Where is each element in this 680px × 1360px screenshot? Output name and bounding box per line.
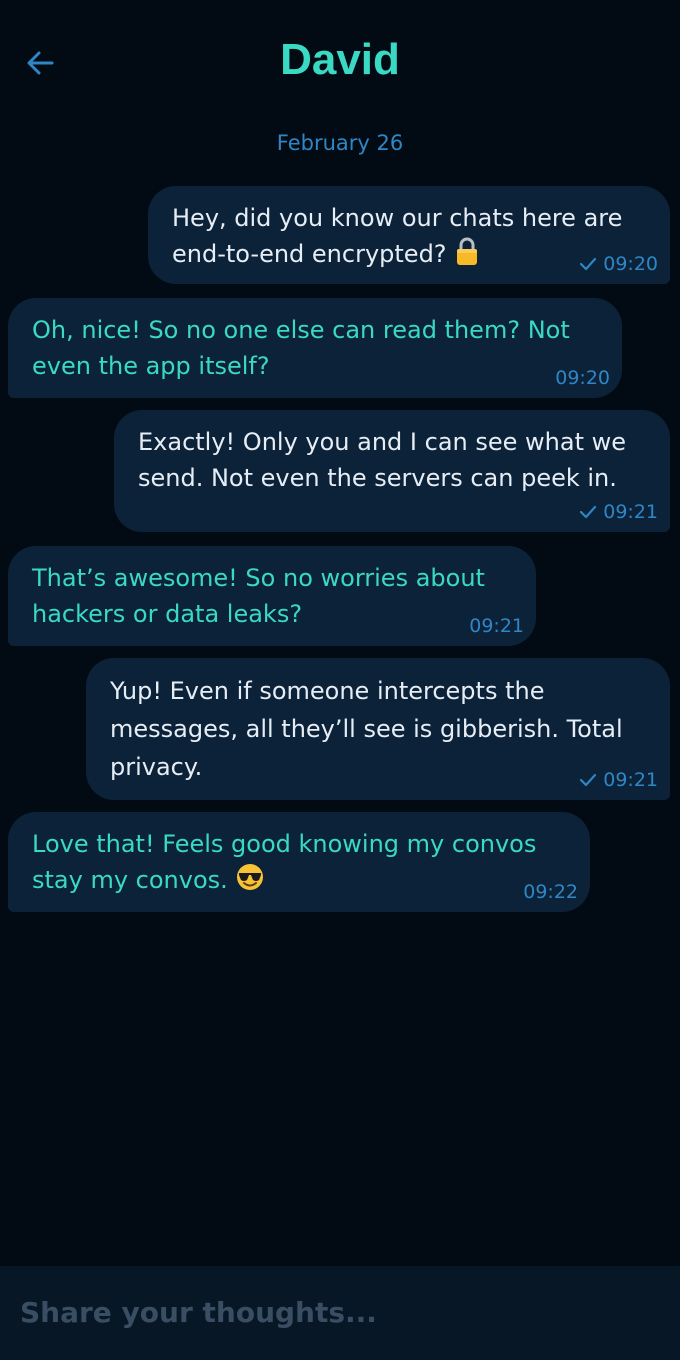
check-icon [580, 257, 597, 271]
message-bubble-incoming[interactable]: Oh, nice! So no one else can read them? … [8, 298, 622, 398]
lock-emoji-icon [454, 236, 480, 276]
message-time: 09:20 [555, 367, 610, 389]
message-time: 09:22 [523, 881, 578, 903]
message-time: 09:21 [603, 501, 658, 523]
message-bubble-outgoing[interactable]: Yup! Even if someone intercepts the mess… [86, 658, 670, 800]
check-icon [580, 773, 597, 787]
check-icon [580, 505, 597, 519]
message-bubble-outgoing[interactable]: Hey, did you know our chats here are end… [148, 186, 670, 284]
message-time: 09:21 [603, 769, 658, 791]
message-text: That’s awesome! So no worries about hack… [32, 564, 485, 628]
message-text: Hey, did you know our chats here are end… [172, 204, 623, 268]
message-composer [0, 1266, 680, 1360]
contact-name: David [280, 35, 400, 84]
message-text: Love that! Feels good knowing my convos … [32, 830, 537, 894]
message-time: 09:20 [603, 253, 658, 275]
smiling-face-with-sunglasses-emoji-icon [235, 862, 265, 902]
message-bubble-incoming[interactable]: That’s awesome! So no worries about hack… [8, 546, 536, 646]
message-text: Exactly! Only you and I can see what we … [138, 428, 627, 492]
message-time: 09:21 [469, 615, 524, 637]
date-separator: February 26 [276, 131, 404, 155]
message-bubble-outgoing[interactable]: Exactly! Only you and I can see what we … [114, 410, 670, 532]
message-bubble-incoming[interactable]: Love that! Feels good knowing my convos … [8, 812, 590, 912]
message-text: Yup! Even if someone intercepts the mess… [110, 677, 623, 781]
message-text: Oh, nice! So no one else can read them? … [32, 316, 570, 380]
chat-header: David [0, 0, 680, 120]
message-input[interactable] [20, 1286, 660, 1338]
